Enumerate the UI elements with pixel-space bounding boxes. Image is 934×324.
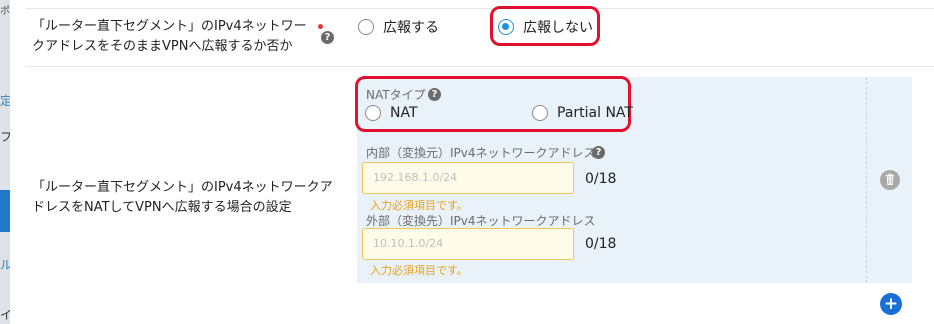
settings-modal: 「ルーター直下セグメント」のIPv4ネットワー • クアドレスをそのままVPNへ… [10, 0, 934, 324]
help-icon[interactable]: ? [592, 146, 605, 159]
internal-address-counter: 0/18 [585, 171, 617, 187]
radio-circle-selected[interactable] [498, 19, 514, 35]
internal-address-label: 内部（変換元）IPv4ネットワークアドレス [366, 146, 596, 160]
radio-advertise[interactable]: 広報する [358, 17, 439, 37]
help-icon[interactable]: ? [321, 31, 334, 44]
background-fragment: ポ [0, 6, 10, 17]
radio-advertise-label: 広報する [383, 20, 439, 36]
panel-divider [866, 77, 867, 283]
radio-circle[interactable] [365, 105, 381, 121]
nat-setting-label-line2: ドレスをNATしてVPNへ広報する場合の設定 [32, 200, 292, 215]
radio-do-not-advertise-label: 広報しない [523, 20, 593, 36]
add-button[interactable]: + [880, 293, 902, 315]
background-page-strip: ポ 定 フ ル イ [0, 0, 12, 324]
radio-nat-label: NAT [390, 105, 418, 121]
external-address-error: 入力必須項目です。 [370, 264, 468, 277]
radio-partial-nat[interactable]: Partial NAT [532, 105, 633, 121]
trash-icon [886, 173, 894, 185]
external-address-counter: 0/18 [585, 236, 617, 252]
advertise-setting-label-line1: 「ルーター直下セグメント」のIPv4ネットワー [32, 19, 307, 34]
radio-partial-nat-label: Partial NAT [557, 105, 633, 121]
external-address-input[interactable]: 10.10.1.0/24 [362, 228, 574, 260]
divider [26, 8, 934, 9]
radio-do-not-advertise[interactable]: 広報しない [498, 17, 593, 37]
nat-setting-label-line1: 「ルーター直下セグメント」のIPv4ネットワークア [32, 180, 333, 195]
radio-nat[interactable]: NAT [365, 105, 418, 121]
background-active-item [0, 190, 10, 232]
help-icon[interactable]: ? [428, 88, 441, 101]
internal-address-input[interactable]: 192.168.1.0/24 [362, 162, 574, 194]
external-address-label: 外部（変換先）IPv4ネットワークアドレス [366, 214, 596, 228]
internal-address-error: 入力必須項目です。 [370, 199, 468, 212]
highlight-box [355, 76, 631, 132]
advertise-setting-label-line2: クアドレスをそのままVPNへ広報するか否か [32, 39, 293, 54]
divider [26, 66, 934, 67]
radio-circle[interactable] [358, 19, 374, 35]
nat-type-label: NATタイプ [366, 88, 426, 102]
delete-button[interactable] [880, 170, 900, 190]
radio-circle[interactable] [532, 105, 548, 121]
